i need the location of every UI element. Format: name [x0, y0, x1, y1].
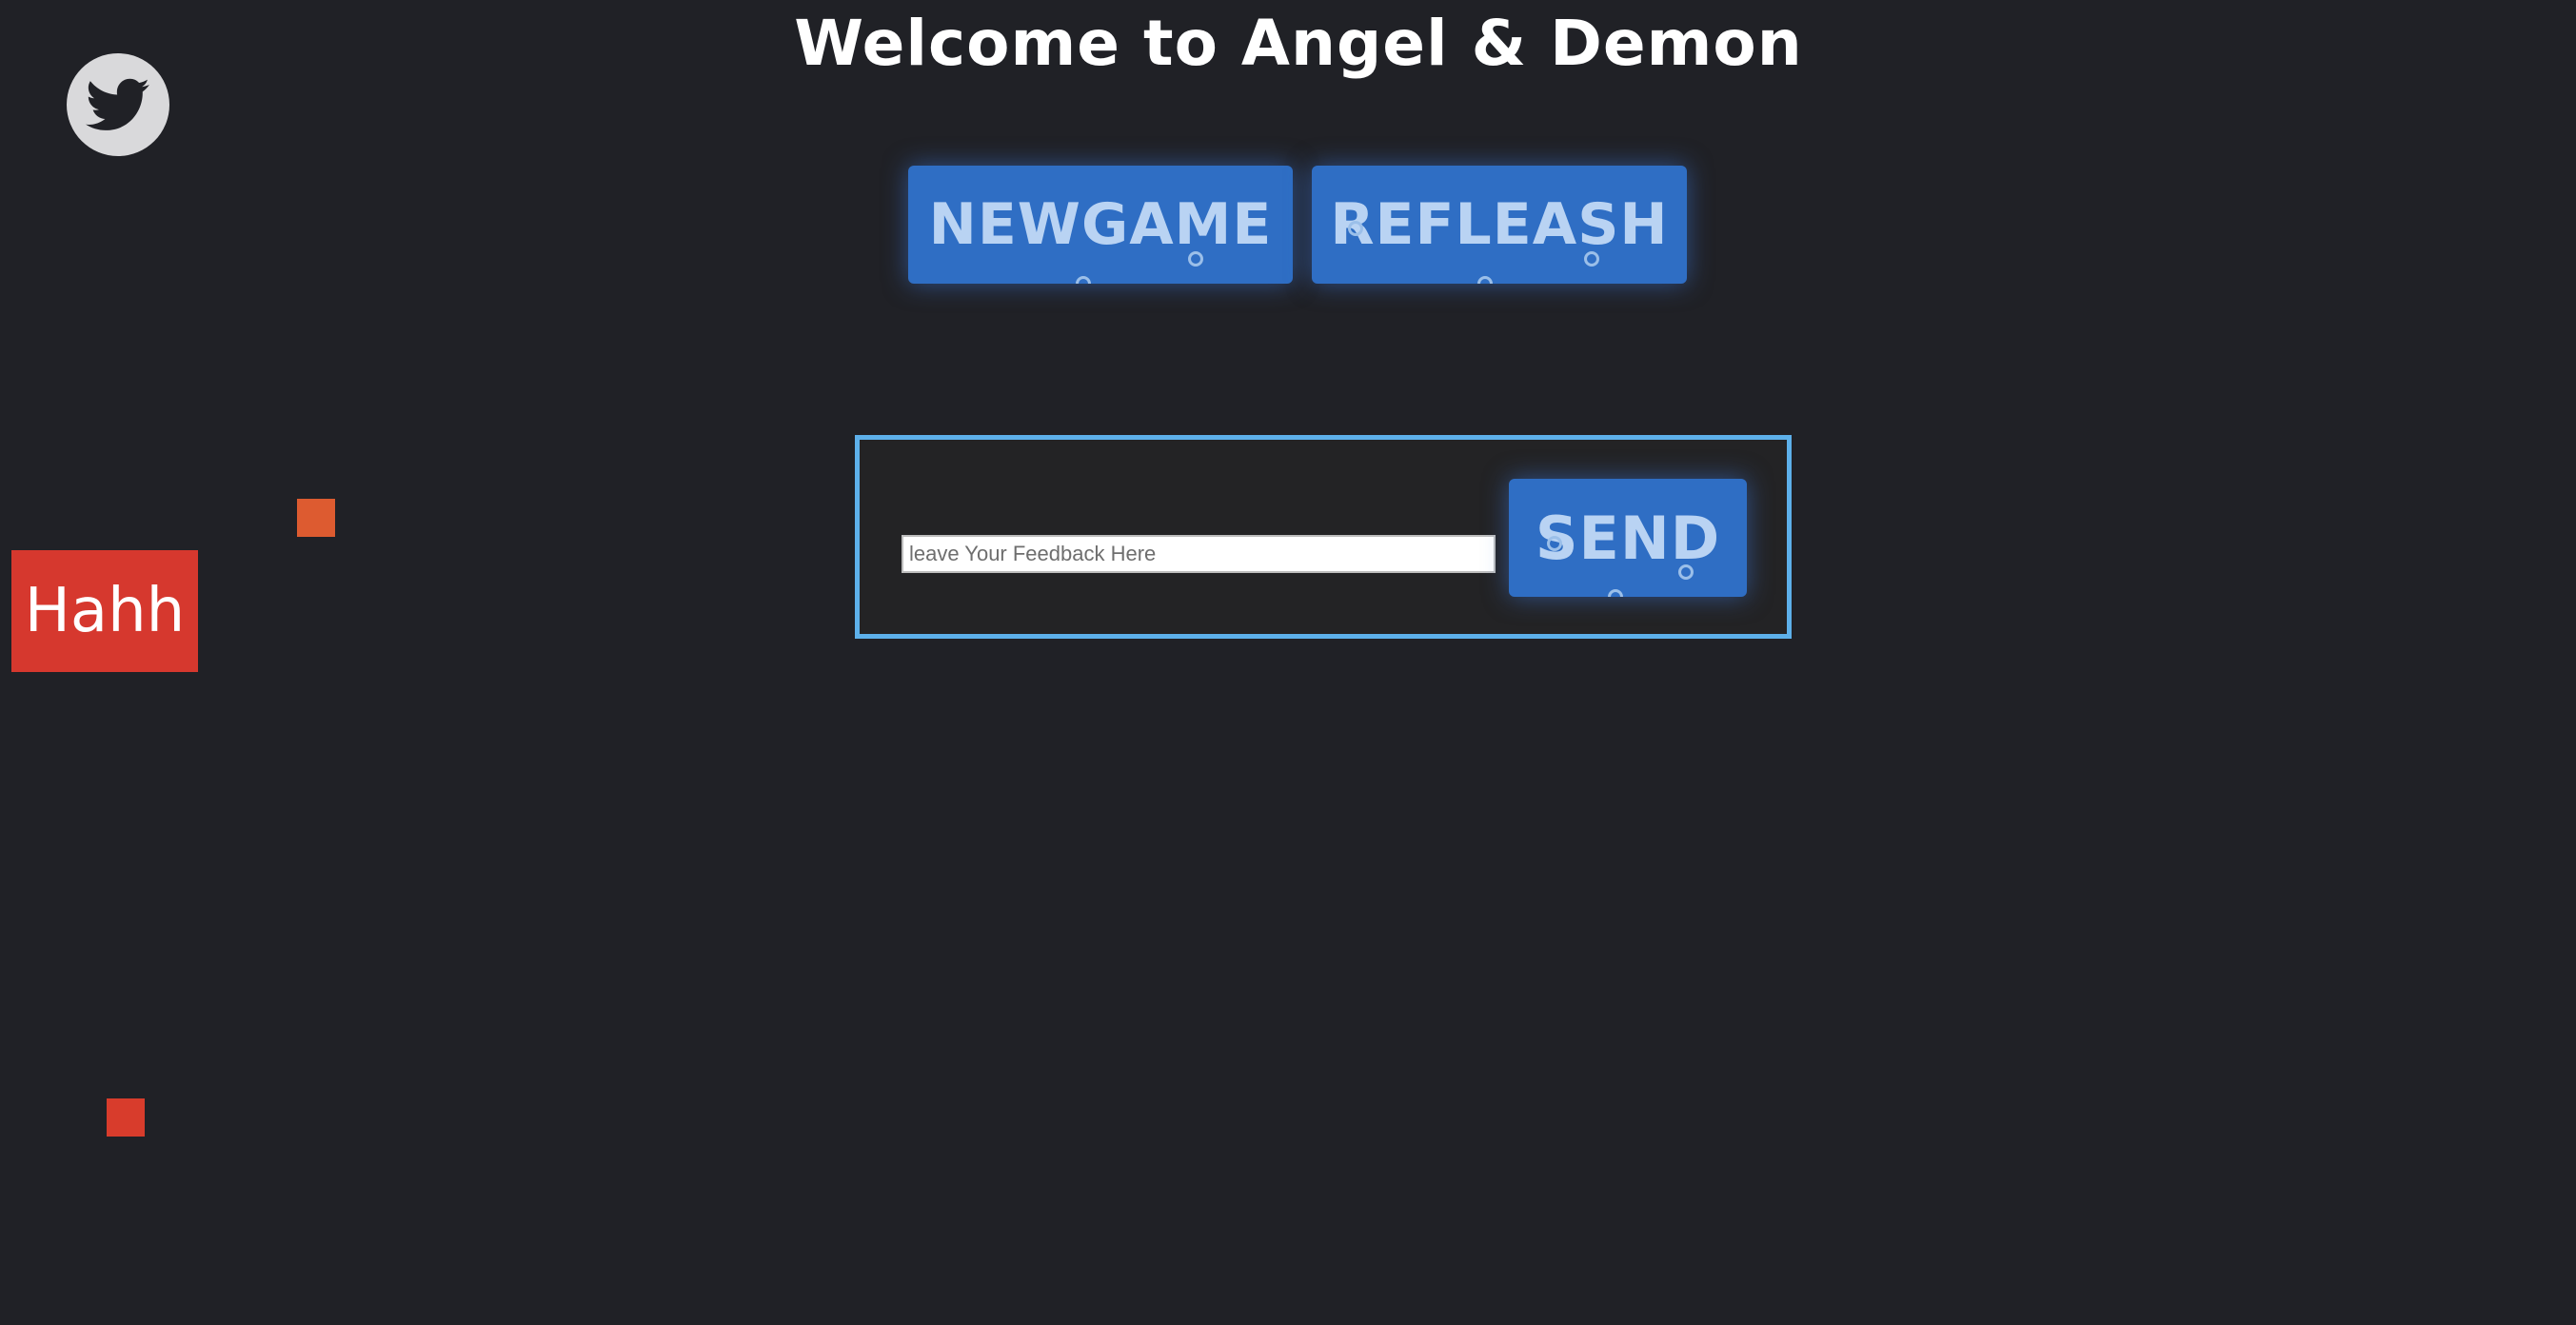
newgame-button-label: NEWGAME [928, 191, 1273, 258]
bubble-decoration [1547, 536, 1562, 551]
game-square-orange [297, 499, 335, 537]
bubble-decoration [1348, 221, 1363, 236]
bubble-decoration [1584, 251, 1599, 267]
newgame-button[interactable]: NEWGAME [908, 166, 1293, 284]
send-button[interactable]: SEND [1509, 479, 1747, 597]
refleash-button[interactable]: REFLEASH [1312, 166, 1687, 284]
feedback-input[interactable] [902, 535, 1496, 573]
send-button-label: SEND [1535, 503, 1721, 573]
bubble-decoration [1608, 589, 1623, 597]
page-title: Welcome to Angel & Demon [794, 7, 1803, 80]
bubble-decoration [1076, 276, 1091, 284]
bubble-decoration [1477, 276, 1493, 284]
feedback-panel: SEND [855, 435, 1792, 639]
game-square-red [107, 1098, 145, 1137]
twitter-share-button[interactable] [67, 53, 169, 156]
hahh-label: Hahh [11, 550, 198, 672]
refleash-button-label: REFLEASH [1330, 191, 1669, 258]
bubble-decoration [1678, 564, 1694, 580]
bubble-decoration [1188, 251, 1203, 267]
twitter-bird-icon [86, 78, 149, 130]
game-page: Welcome to Angel & Demon NEWGAME REFLEAS… [0, 0, 2576, 1325]
